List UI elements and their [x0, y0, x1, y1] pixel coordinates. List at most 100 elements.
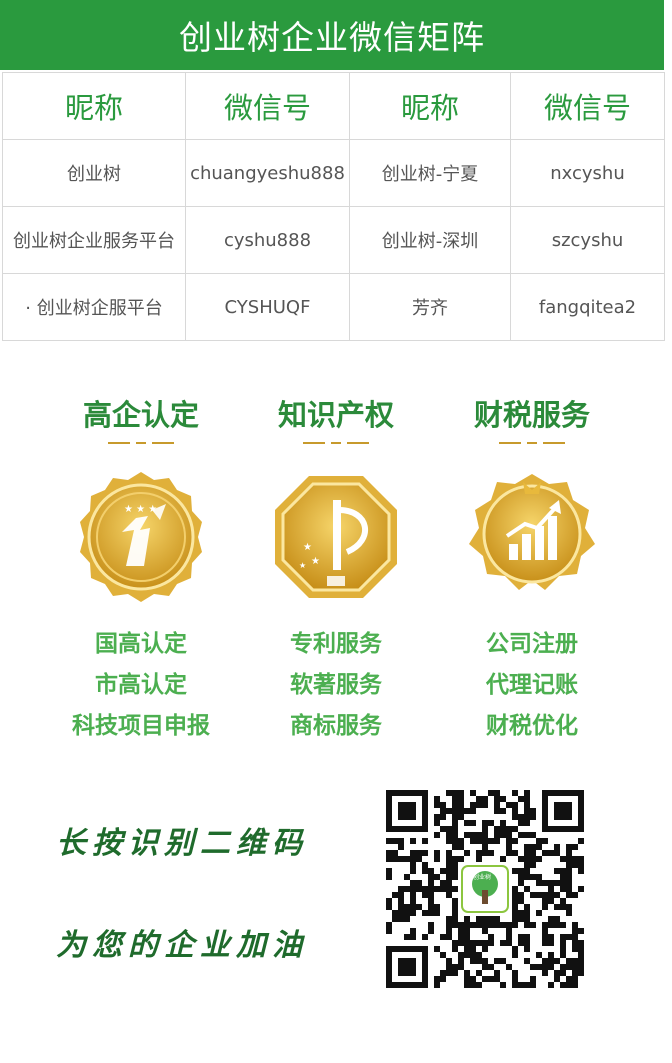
- nickname-cell: · 创业树企服平台: [2, 273, 186, 341]
- qr-module: [452, 814, 458, 820]
- qr-module: [404, 886, 410, 892]
- wechat-id-cell: cyshu888: [185, 206, 350, 274]
- qr-module: [476, 940, 482, 946]
- qr-module: [518, 934, 524, 940]
- qr-module: [428, 868, 434, 874]
- qr-module: [536, 964, 542, 970]
- qr-code[interactable]: 创业树: [382, 786, 588, 992]
- qr-module: [488, 976, 494, 982]
- qr-module: [572, 922, 578, 928]
- qr-module: [428, 898, 434, 904]
- qr-module: [470, 940, 476, 946]
- qr-module: [404, 856, 410, 862]
- qr-module: [524, 820, 530, 826]
- qr-module: [410, 910, 416, 916]
- qr-module: [410, 928, 416, 934]
- qr-module: [458, 922, 464, 928]
- qr-module: [482, 916, 488, 922]
- qr-module: [512, 892, 518, 898]
- qr-module: [398, 838, 404, 844]
- qr-module: [578, 838, 584, 844]
- qr-module: [422, 868, 428, 874]
- qr-module: [470, 802, 476, 808]
- qr-module: [566, 976, 572, 982]
- qr-module: [560, 868, 566, 874]
- service-item: 商标服务: [290, 713, 382, 739]
- qr-module: [476, 952, 482, 958]
- qr-module: [500, 808, 506, 814]
- qr-module: [554, 844, 560, 850]
- qr-module: [446, 832, 452, 838]
- qr-module: [404, 910, 410, 916]
- qr-module: [470, 976, 476, 982]
- qr-module: [410, 886, 416, 892]
- qr-module: [500, 982, 506, 988]
- qr-module: [494, 916, 500, 922]
- qr-center-label: 创业树: [473, 873, 491, 881]
- qr-module: [452, 940, 458, 946]
- qr-module: [434, 832, 440, 838]
- qr-module: [542, 964, 548, 970]
- wechat-id-cell: chuangyeshu888: [185, 139, 350, 207]
- qr-module: [446, 886, 452, 892]
- qr-module: [572, 844, 578, 850]
- service-title: 知识产权: [277, 398, 394, 432]
- qr-module: [428, 880, 434, 886]
- qr-module: [464, 808, 470, 814]
- qr-module: [482, 832, 488, 838]
- qr-module: [476, 922, 482, 928]
- qr-module: [500, 820, 506, 826]
- qr-module: [548, 880, 554, 886]
- qr-module: [524, 982, 530, 988]
- qr-module: [446, 838, 452, 844]
- qr-module: [542, 934, 548, 940]
- qr-module: [530, 814, 536, 820]
- qr-module: [392, 838, 398, 844]
- qr-module: [494, 958, 500, 964]
- qr-module: [422, 838, 428, 844]
- nickname-cell: 创业树企业服务平台: [2, 206, 186, 274]
- qr-module: [542, 970, 548, 976]
- qr-module: [476, 958, 482, 964]
- qr-module: [464, 820, 470, 826]
- qr-module: [458, 856, 464, 862]
- qr-module: [506, 838, 512, 844]
- service-column-ip: 知识产权 ★ ★ ★ 专利服务 软著服务 商标服务: [231, 392, 441, 747]
- qr-module: [578, 964, 584, 970]
- service-item: 国高认定: [95, 631, 187, 657]
- qr-module: [524, 856, 530, 862]
- qr-module: [416, 880, 422, 886]
- qr-module: [410, 838, 416, 844]
- qr-module: [470, 952, 476, 958]
- qr-module: [410, 862, 416, 868]
- qr-module: [446, 970, 452, 976]
- qr-module: [386, 868, 392, 874]
- qr-module: [452, 922, 458, 928]
- qr-module: [512, 790, 518, 796]
- qr-module: [464, 928, 470, 934]
- qr-module: [434, 982, 440, 988]
- qr-module: [458, 934, 464, 940]
- qr-module: [560, 904, 566, 910]
- qr-module: [578, 952, 584, 958]
- qr-module: [452, 970, 458, 976]
- qr-module: [494, 832, 500, 838]
- qr-module: [518, 982, 524, 988]
- qr-module: [512, 814, 518, 820]
- qr-module: [548, 958, 554, 964]
- page-title-banner: 创业树企业微信矩阵: [0, 0, 664, 70]
- qr-module: [524, 808, 530, 814]
- qr-module: [518, 940, 524, 946]
- nickname-cell: 创业树: [2, 139, 186, 207]
- qr-module: [440, 814, 446, 820]
- svg-text:★: ★: [311, 556, 320, 567]
- column-header: 昵称: [2, 72, 186, 140]
- qr-module: [410, 850, 416, 856]
- qr-module: [422, 910, 428, 916]
- qr-module: [386, 850, 392, 856]
- qr-module: [386, 928, 392, 934]
- qr-module: [572, 946, 578, 952]
- qr-module: [458, 952, 464, 958]
- qr-module: [554, 922, 560, 928]
- qr-module: [566, 982, 572, 988]
